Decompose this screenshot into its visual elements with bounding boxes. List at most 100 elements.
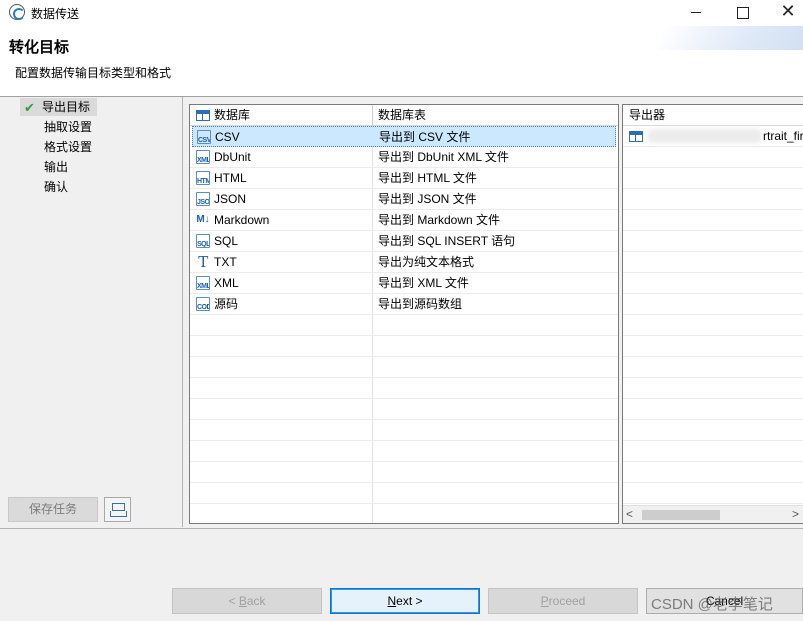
page-description: 配置数据传输目标类型和格式 [15,66,172,80]
scroll-right-icon[interactable]: > [792,507,799,521]
empty-exporter-row [623,357,803,378]
format-name: DbUnit [214,150,251,164]
next-label-rest: ext > [396,594,423,608]
format-description: 导出到 Markdown 文件 [378,213,501,227]
wizard-header: 转化目标 配置数据传输目标类型和格式 [0,26,803,96]
format-description: 导出到源码数组 [378,297,463,311]
empty-exporter-row [623,231,803,252]
page-title: 转化目标 [9,39,70,56]
table-icon [629,131,643,142]
header-database[interactable]: 数据库 [196,105,250,126]
back-label-rest: ack [246,594,266,608]
step-label: 输出 [44,160,69,174]
format-description: 导出到 SQL INSERT 语句 [378,234,516,248]
title-bar: 数据传送 ✕ [0,0,803,26]
app-logo-icon [9,4,25,20]
empty-exporter-row [623,378,803,399]
step-export-target[interactable]: ✔ 导出目标 [20,98,97,116]
format-description: 导出到 DbUnit XML 文件 [378,150,509,164]
exporter-panel: 导出器 rtrait_fir < > [622,104,803,524]
empty-exporter-row [623,168,803,189]
step-label: 确认 [44,180,69,194]
format-name: Markdown [214,213,270,227]
scroll-left-icon[interactable]: < [626,507,633,521]
empty-exporter-row [623,483,803,504]
format-description: 导出到 JSON 文件 [378,192,477,206]
empty-exporter-row [623,189,803,210]
sidebar-divider [182,97,183,527]
empty-table-row [190,504,618,523]
horizontal-scrollbar[interactable]: < > [623,505,803,523]
table-row[interactable]: XML DbUnit 导出到 DbUnit XML 文件 [190,147,618,168]
proceed-mnemonic: P [540,594,549,608]
next-button[interactable]: Next > [330,588,480,614]
format-name: XML [214,276,239,290]
step-label: 导出目标 [42,100,91,114]
format-table: 数据库 数据库表 CSV CSV 导出到 CSV 文件 XML DbUnit 导出到 Db… [189,104,619,524]
empty-exporter-row [623,420,803,441]
format-name: CSV [215,130,240,144]
step-label: 抽取设置 [44,120,93,134]
table-row[interactable]: JSONJSON导出到 JSON 文件 [190,189,618,210]
step-label: 格式设置 [44,140,93,154]
empty-exporter-row [623,441,803,462]
format-description: 导出到 HTML 文件 [378,171,477,185]
next-mnemonic: N [387,594,397,608]
format-name: HTML [214,171,247,185]
task-config-icon[interactable] [104,497,131,522]
exporter-header: 导出器 [623,105,803,126]
empty-exporter-row [623,210,803,231]
empty-table-row [190,378,618,399]
table-header: 数据库 数据库表 [190,105,618,126]
format-name: TXT [214,255,237,269]
header-banner-decoration [655,26,803,50]
exporter-item-label: rtrait_fir [763,129,803,143]
scroll-thumb[interactable] [642,510,720,520]
empty-table-row [190,357,618,378]
step-output[interactable]: 输出 [42,158,70,176]
table-row[interactable]: XML XML 导出到 XML 文件 [190,273,618,294]
empty-table-row [190,420,618,441]
empty-exporter-row [623,147,803,168]
empty-exporter-row [623,294,803,315]
empty-exporter-row [623,399,803,420]
format-name: 源码 [214,297,239,311]
format-description: 导出为纯文本格式 [378,255,475,269]
empty-exporter-row [623,273,803,294]
window-title: 数据传送 [31,7,80,21]
table-row[interactable]: M↓ Markdown 导出到 Markdown 文件 [190,210,618,231]
back-prefix: < [228,594,239,608]
wizard-steps: ✔ 导出目标 抽取设置 格式设置 输出 确认 [0,97,182,527]
empty-table-row [190,462,618,483]
step-format-settings[interactable]: 格式设置 [42,138,94,156]
table-row[interactable]: CSV CSV 导出到 CSV 文件 [192,126,616,147]
maximize-button[interactable] [719,0,765,26]
close-button[interactable]: ✕ [765,0,803,26]
check-icon: ✔ [24,100,35,115]
table-row[interactable]: HTMLHTML导出到 HTML 文件 [190,168,618,189]
table-row[interactable]: SQL SQL 导出到 SQL INSERT 语句 [190,231,618,252]
empty-table-row [190,399,618,420]
format-name: SQL [214,234,239,248]
back-button[interactable]: < Back [172,588,322,614]
empty-table-row [190,441,618,462]
minimize-button[interactable] [673,0,719,26]
empty-exporter-row [623,462,803,483]
cancel-button[interactable]: Cancel [646,588,803,614]
step-extract-settings[interactable]: 抽取设置 [42,118,94,136]
format-name: JSON [214,192,247,206]
save-task-button[interactable]: 保存任务 [8,497,98,522]
table-row[interactable]: CODE源码导出到源码数组 [190,294,618,315]
empty-exporter-row [623,315,803,336]
empty-table-row [190,336,618,357]
footer-divider [0,528,803,529]
header-divider[interactable] [372,105,373,126]
table-row[interactable]: T TXT 导出为纯文本格式 [190,252,618,273]
exporter-item[interactable]: rtrait_fir [623,126,803,147]
back-mnemonic: B [238,594,247,608]
header-database-table[interactable]: 数据库表 [378,105,426,126]
proceed-label-rest: roceed [548,594,586,608]
step-confirm[interactable]: 确认 [42,178,70,196]
empty-table-row [190,483,618,504]
proceed-button[interactable]: Proceed [488,588,638,614]
